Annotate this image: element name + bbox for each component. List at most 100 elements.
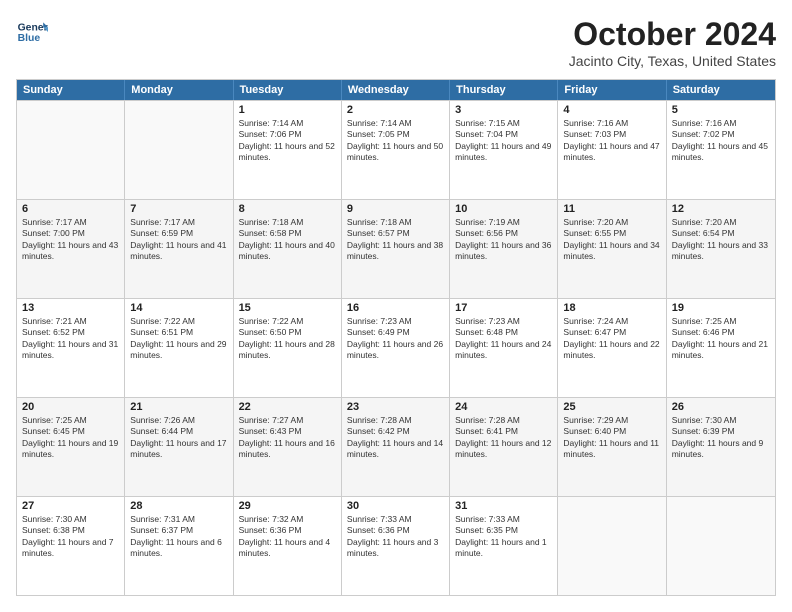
day-info: Sunrise: 7:26 AMSunset: 6:44 PMDaylight:… xyxy=(130,415,227,461)
day-info: Sunrise: 7:33 AMSunset: 6:35 PMDaylight:… xyxy=(455,514,552,560)
calendar-cell: 3Sunrise: 7:15 AMSunset: 7:04 PMDaylight… xyxy=(450,101,558,199)
day-number: 31 xyxy=(455,500,552,512)
day-info: Sunrise: 7:33 AMSunset: 6:36 PMDaylight:… xyxy=(347,514,444,560)
calendar-cell: 16Sunrise: 7:23 AMSunset: 6:49 PMDayligh… xyxy=(342,299,450,397)
calendar-week: 27 Sunrise: 7:30 AMSunset: 6:38 PMDayligh… xyxy=(17,496,775,595)
calendar-cell: 26 Sunrise: 7:30 AMSunset: 6:39 PMDayligh… xyxy=(667,398,775,496)
day-number: 25 xyxy=(563,401,660,413)
day-number: 17 xyxy=(455,302,552,314)
day-info: Sunrise: 7:16 AMSunset: 7:02 PMDaylight:… xyxy=(672,118,770,164)
month-title: October 2024 xyxy=(569,16,776,53)
day-number: 7 xyxy=(130,203,227,215)
calendar-cell: 13 Sunrise: 7:21 AMSunset: 6:52 PMDayligh… xyxy=(17,299,125,397)
calendar-cell: 20 Sunrise: 7:25 AMSunset: 6:45 PMDayligh… xyxy=(17,398,125,496)
weekday-header: Tuesday xyxy=(234,80,342,100)
day-info: Sunrise: 7:20 AMSunset: 6:55 PMDaylight:… xyxy=(563,217,660,263)
day-number: 1 xyxy=(239,104,336,116)
day-number: 5 xyxy=(672,104,770,116)
svg-text:Blue: Blue xyxy=(18,33,41,44)
calendar-week: 6Sunrise: 7:17 AMSunset: 7:00 PMDaylight… xyxy=(17,199,775,298)
day-info: Sunrise: 7:30 AMSunset: 6:38 PMDaylight:… xyxy=(22,514,119,560)
day-number: 21 xyxy=(130,401,227,413)
weekday-header: Sunday xyxy=(17,80,125,100)
calendar-cell: 23Sunrise: 7:28 AMSunset: 6:42 PMDayligh… xyxy=(342,398,450,496)
day-info: Sunrise: 7:18 AMSunset: 6:58 PMDaylight:… xyxy=(239,217,336,263)
day-info: Sunrise: 7:14 AMSunset: 7:05 PMDaylight:… xyxy=(347,118,444,164)
calendar-cell: 7 Sunrise: 7:17 AMSunset: 6:59 PMDaylight… xyxy=(125,200,233,298)
day-info: Sunrise: 7:23 AMSunset: 6:49 PMDaylight:… xyxy=(347,316,444,362)
day-info: Sunrise: 7:25 AMSunset: 6:45 PMDaylight:… xyxy=(22,415,119,461)
day-number: 26 xyxy=(672,401,770,413)
weekday-header: Wednesday xyxy=(342,80,450,100)
day-number: 3 xyxy=(455,104,552,116)
page: General Blue October 2024 Jacinto City, … xyxy=(0,0,792,612)
day-info: Sunrise: 7:16 AMSunset: 7:03 PMDaylight:… xyxy=(563,118,660,164)
day-number: 9 xyxy=(347,203,444,215)
day-number: 15 xyxy=(239,302,336,314)
calendar-cell: 22 Sunrise: 7:27 AMSunset: 6:43 PMDayligh… xyxy=(234,398,342,496)
location: Jacinto City, Texas, United States xyxy=(569,53,776,69)
calendar-header: SundayMondayTuesdayWednesdayThursdayFrid… xyxy=(17,80,775,100)
day-number: 23 xyxy=(347,401,444,413)
day-number: 20 xyxy=(22,401,119,413)
calendar-cell xyxy=(125,101,233,199)
day-number: 19 xyxy=(672,302,770,314)
day-info: Sunrise: 7:31 AMSunset: 6:37 PMDaylight:… xyxy=(130,514,227,560)
day-number: 30 xyxy=(347,500,444,512)
calendar-cell xyxy=(667,497,775,595)
calendar-cell: 21 Sunrise: 7:26 AMSunset: 6:44 PMDayligh… xyxy=(125,398,233,496)
calendar-cell: 2 Sunrise: 7:14 AMSunset: 7:05 PMDaylight… xyxy=(342,101,450,199)
calendar: SundayMondayTuesdayWednesdayThursdayFrid… xyxy=(16,79,776,596)
calendar-cell: 24 Sunrise: 7:28 AMSunset: 6:41 PMDayligh… xyxy=(450,398,558,496)
day-info: Sunrise: 7:22 AMSunset: 6:51 PMDaylight:… xyxy=(130,316,227,362)
day-info: Sunrise: 7:27 AMSunset: 6:43 PMDaylight:… xyxy=(239,415,336,461)
calendar-cell: 25Sunrise: 7:29 AMSunset: 6:40 PMDayligh… xyxy=(558,398,666,496)
calendar-cell: 10Sunrise: 7:19 AMSunset: 6:56 PMDayligh… xyxy=(450,200,558,298)
calendar-cell: 27 Sunrise: 7:30 AMSunset: 6:38 PMDayligh… xyxy=(17,497,125,595)
day-number: 29 xyxy=(239,500,336,512)
calendar-cell xyxy=(17,101,125,199)
day-number: 14 xyxy=(130,302,227,314)
logo-icon: General Blue xyxy=(16,16,48,48)
calendar-cell: 18Sunrise: 7:24 AMSunset: 6:47 PMDayligh… xyxy=(558,299,666,397)
day-info: Sunrise: 7:18 AMSunset: 6:57 PMDaylight:… xyxy=(347,217,444,263)
calendar-cell: 11 Sunrise: 7:20 AMSunset: 6:55 PMDayligh… xyxy=(558,200,666,298)
calendar-cell: 8Sunrise: 7:18 AMSunset: 6:58 PMDaylight… xyxy=(234,200,342,298)
day-number: 2 xyxy=(347,104,444,116)
calendar-cell: 4Sunrise: 7:16 AMSunset: 7:03 PMDaylight… xyxy=(558,101,666,199)
day-info: Sunrise: 7:23 AMSunset: 6:48 PMDaylight:… xyxy=(455,316,552,362)
logo: General Blue xyxy=(16,16,48,48)
day-number: 27 xyxy=(22,500,119,512)
calendar-cell xyxy=(558,497,666,595)
day-info: Sunrise: 7:32 AMSunset: 6:36 PMDaylight:… xyxy=(239,514,336,560)
day-number: 12 xyxy=(672,203,770,215)
calendar-cell: 17 Sunrise: 7:23 AMSunset: 6:48 PMDayligh… xyxy=(450,299,558,397)
day-info: Sunrise: 7:28 AMSunset: 6:41 PMDaylight:… xyxy=(455,415,552,461)
day-number: 22 xyxy=(239,401,336,413)
weekday-header: Monday xyxy=(125,80,233,100)
day-info: Sunrise: 7:21 AMSunset: 6:52 PMDaylight:… xyxy=(22,316,119,362)
weekday-header: Friday xyxy=(558,80,666,100)
title-block: October 2024 Jacinto City, Texas, United… xyxy=(569,16,776,69)
day-info: Sunrise: 7:17 AMSunset: 6:59 PMDaylight:… xyxy=(130,217,227,263)
day-info: Sunrise: 7:22 AMSunset: 6:50 PMDaylight:… xyxy=(239,316,336,362)
day-info: Sunrise: 7:30 AMSunset: 6:39 PMDaylight:… xyxy=(672,415,770,461)
calendar-cell: 1 Sunrise: 7:14 AMSunset: 7:06 PMDaylight… xyxy=(234,101,342,199)
day-number: 11 xyxy=(563,203,660,215)
calendar-cell: 28Sunrise: 7:31 AMSunset: 6:37 PMDayligh… xyxy=(125,497,233,595)
day-info: Sunrise: 7:25 AMSunset: 6:46 PMDaylight:… xyxy=(672,316,770,362)
weekday-header: Thursday xyxy=(450,80,558,100)
day-info: Sunrise: 7:19 AMSunset: 6:56 PMDaylight:… xyxy=(455,217,552,263)
calendar-cell: 15 Sunrise: 7:22 AMSunset: 6:50 PMDayligh… xyxy=(234,299,342,397)
day-number: 24 xyxy=(455,401,552,413)
calendar-cell: 30 Sunrise: 7:33 AMSunset: 6:36 PMDayligh… xyxy=(342,497,450,595)
calendar-body: 1 Sunrise: 7:14 AMSunset: 7:06 PMDaylight… xyxy=(17,100,775,595)
calendar-cell: 29 Sunrise: 7:32 AMSunset: 6:36 PMDayligh… xyxy=(234,497,342,595)
day-info: Sunrise: 7:14 AMSunset: 7:06 PMDaylight:… xyxy=(239,118,336,164)
day-number: 13 xyxy=(22,302,119,314)
calendar-cell: 6Sunrise: 7:17 AMSunset: 7:00 PMDaylight… xyxy=(17,200,125,298)
calendar-cell: 5 Sunrise: 7:16 AMSunset: 7:02 PMDaylight… xyxy=(667,101,775,199)
day-number: 18 xyxy=(563,302,660,314)
day-number: 6 xyxy=(22,203,119,215)
calendar-cell: 31 Sunrise: 7:33 AMSunset: 6:35 PMDayligh… xyxy=(450,497,558,595)
